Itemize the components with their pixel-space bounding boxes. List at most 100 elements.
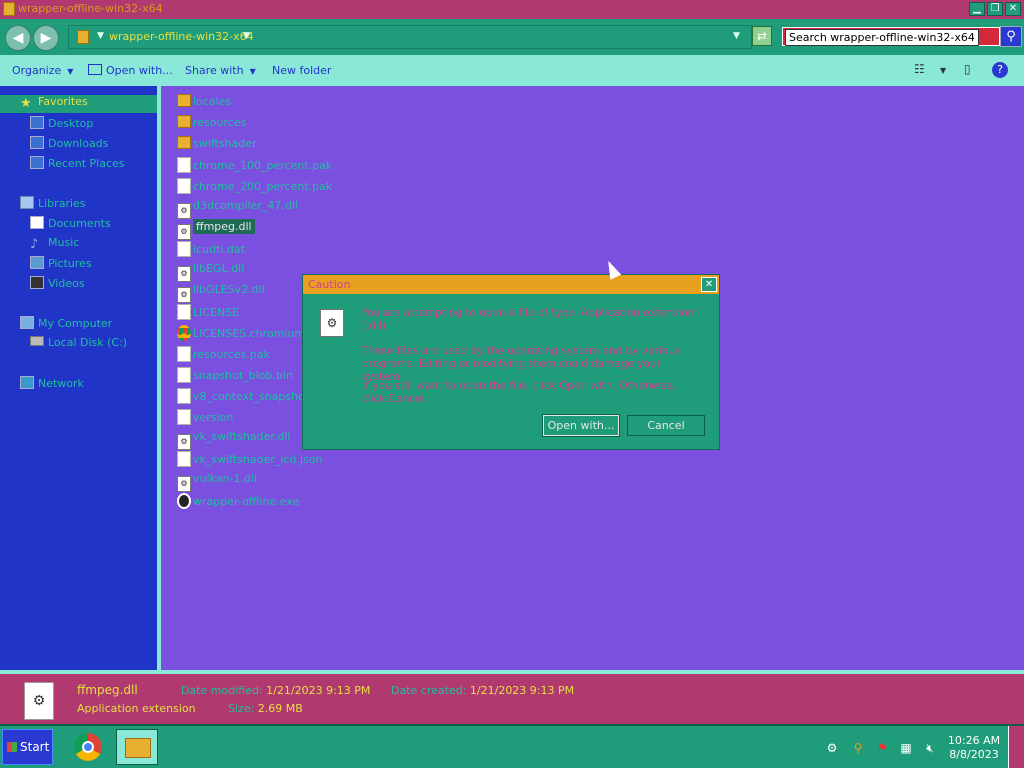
open-with-button[interactable]: Open with... bbox=[542, 414, 620, 437]
folder-icon bbox=[77, 30, 89, 44]
clock[interactable]: 10:26 AM 8/8/2023 bbox=[946, 734, 1002, 762]
list-item[interactable]: icudtl.dat bbox=[177, 241, 245, 259]
organize-button[interactable]: Organize ▼ bbox=[12, 64, 73, 77]
sidebar-item-libraries[interactable]: Libraries bbox=[20, 196, 86, 214]
date-modified-label: Date modified: bbox=[181, 684, 263, 697]
list-item[interactable]: wrapper-offline.exe bbox=[177, 493, 299, 511]
file-name: wrapper-offline.exe bbox=[193, 495, 300, 508]
sidebar-item-favorites[interactable]: ★ Favorites bbox=[0, 95, 157, 113]
list-item[interactable]: ⚙ vk_swiftshader.dll bbox=[177, 430, 291, 450]
list-item[interactable]: ⚙ libEGL.dll bbox=[177, 262, 245, 282]
details-size: Size: 2.69 MB bbox=[228, 702, 303, 715]
help-icon[interactable]: ? bbox=[992, 62, 1008, 78]
sidebar-item-downloads[interactable]: Downloads bbox=[30, 136, 108, 154]
open-with-button[interactable]: Open with... bbox=[88, 64, 173, 77]
dialog-title: Caution bbox=[308, 278, 351, 291]
size-label: Size: bbox=[228, 702, 255, 715]
list-item[interactable]: ⚙ d3dcompiler_47.dll bbox=[177, 199, 298, 219]
list-item[interactable]: LICENSES.chromium.ht bbox=[177, 325, 320, 343]
back-button[interactable]: ◀ bbox=[5, 25, 31, 51]
details-pane: ⚙ ffmpeg.dll Application extension Date … bbox=[0, 670, 1024, 724]
cancel-button[interactable]: Cancel bbox=[627, 415, 705, 436]
list-item[interactable]: resources.pak bbox=[177, 346, 270, 364]
list-item[interactable]: chrome_100_percent.pak bbox=[177, 157, 332, 175]
sidebar-item-my-computer[interactable]: My Computer bbox=[20, 316, 112, 334]
chevron-down-icon[interactable]: ▼ bbox=[243, 31, 250, 41]
list-item[interactable]: resources bbox=[177, 115, 246, 133]
sidebar-item-documents[interactable]: Documents bbox=[30, 216, 111, 234]
folder-icon bbox=[177, 94, 191, 107]
dialog-close-button[interactable]: ✕ bbox=[701, 277, 717, 292]
network-icon[interactable]: ▦ bbox=[898, 740, 914, 756]
sidebar-item-label: Music bbox=[48, 236, 80, 249]
sidebar-item-videos[interactable]: Videos bbox=[30, 276, 85, 294]
close-button[interactable]: ✕ bbox=[1005, 2, 1021, 16]
file-name: libGLESv2.dll bbox=[193, 283, 265, 296]
preview-pane-icon[interactable]: ▯ bbox=[964, 62, 971, 76]
dialog-message: You are attempting to open a file of typ… bbox=[362, 307, 698, 332]
file-name: LICENSES.chromium.ht bbox=[193, 327, 320, 340]
dll-icon: ⚙ bbox=[177, 203, 191, 219]
search-input[interactable]: Search wrapper-offline-win32-x64 bbox=[782, 27, 1000, 46]
sidebar-item-recent-places[interactable]: Recent Places bbox=[30, 156, 125, 174]
sidebar-item-network[interactable]: Network bbox=[20, 376, 84, 394]
sidebar-item-desktop[interactable]: Desktop bbox=[30, 116, 93, 134]
sidebar-item-local-disk[interactable]: Local Disk (C:) bbox=[30, 336, 127, 354]
minimize-button[interactable]: ▁ bbox=[969, 2, 985, 16]
file-name: vk_swiftshader.dll bbox=[193, 430, 291, 443]
sidebar-item-label: Local Disk (C:) bbox=[48, 336, 128, 349]
list-item[interactable]: ⚙ libGLESv2.dll bbox=[177, 283, 265, 303]
details-file-type: Application extension bbox=[77, 702, 196, 715]
file-name: d3dcompiler_47.dll bbox=[193, 199, 298, 212]
start-button[interactable]: Start bbox=[2, 729, 53, 765]
clock-date: 8/8/2023 bbox=[949, 748, 999, 761]
list-item[interactable]: swiftshader bbox=[177, 136, 257, 154]
document-icon bbox=[177, 178, 191, 194]
volume-muted-icon[interactable]: 🔇︎ bbox=[922, 740, 938, 756]
views-icon[interactable]: ☷ bbox=[914, 62, 925, 76]
document-icon bbox=[177, 241, 191, 257]
sidebar-item-label: Recent Places bbox=[48, 157, 125, 170]
file-name: chrome_100_percent.pak bbox=[193, 159, 333, 172]
list-item-selected[interactable]: ⚙ ffmpeg.dll bbox=[177, 219, 255, 240]
search-icon[interactable]: ⚲ bbox=[850, 740, 866, 756]
restore-button[interactable]: ❐ bbox=[987, 2, 1003, 16]
document-icon bbox=[177, 346, 191, 362]
new-folder-button[interactable]: New folder bbox=[272, 64, 331, 77]
list-item[interactable]: chrome_200_percent.pak bbox=[177, 178, 332, 196]
sidebar-item-music[interactable]: ♪ Music bbox=[30, 236, 79, 254]
action-center-icon[interactable]: ⚙ bbox=[824, 740, 840, 756]
list-item[interactable]: version bbox=[177, 409, 233, 427]
list-item[interactable]: vk_swiftshader_icd.json bbox=[177, 451, 322, 469]
show-desktop-button[interactable] bbox=[1008, 726, 1024, 768]
file-name: libEGL.dll bbox=[193, 262, 245, 275]
folder-icon bbox=[125, 738, 151, 758]
document-icon bbox=[177, 388, 191, 404]
address-history-dropdown-icon[interactable]: ▼ bbox=[733, 31, 740, 41]
list-item[interactable]: LICENSE bbox=[177, 304, 239, 322]
views-dropdown-icon[interactable]: ▼ bbox=[940, 66, 946, 75]
clock-time: 10:26 AM bbox=[947, 734, 1001, 747]
details-file-name: ffmpeg.dll bbox=[77, 683, 138, 697]
forward-button[interactable]: ▶ bbox=[33, 25, 59, 51]
breadcrumb[interactable]: wrapper-offline-win32-x64 bbox=[109, 30, 254, 43]
taskbar: Start ⚙ ⚲ ⚑ ▦ 🔇︎ 10:26 AM 8/8/2023 bbox=[0, 724, 1024, 768]
list-item[interactable]: locales bbox=[177, 94, 231, 112]
list-item[interactable]: snapshot_blob.bin bbox=[177, 367, 293, 385]
window-icon bbox=[88, 64, 102, 75]
sidebar-item-pictures[interactable]: Pictures bbox=[30, 256, 92, 274]
share-with-button[interactable]: Share with ▼ bbox=[185, 64, 256, 77]
date-modified-value: 1/21/2023 9:13 PM bbox=[266, 684, 371, 697]
file-name: version bbox=[193, 411, 234, 424]
refresh-button[interactable]: ⇄ bbox=[752, 26, 772, 46]
taskbar-explorer-button[interactable] bbox=[116, 729, 158, 765]
chevron-down-icon[interactable]: ▼ bbox=[97, 31, 104, 41]
window-titlebar[interactable]: wrapper-offline-win32-x64 ▁ ❐ ✕ bbox=[0, 0, 1024, 19]
flag-icon[interactable]: ⚑ bbox=[874, 740, 890, 756]
list-item[interactable]: ⚙ vulkan-1.dll bbox=[177, 472, 257, 492]
taskbar-chrome-button[interactable] bbox=[67, 729, 109, 765]
address-bar[interactable]: ▼ wrapper-offline-win32-x64 ▼ ▼ bbox=[68, 25, 752, 49]
dialog-titlebar[interactable]: Caution ✕ bbox=[303, 275, 719, 294]
list-item[interactable]: v8_context_snapshot. bbox=[177, 388, 313, 406]
search-icon[interactable]: ⚲ bbox=[1000, 26, 1022, 47]
